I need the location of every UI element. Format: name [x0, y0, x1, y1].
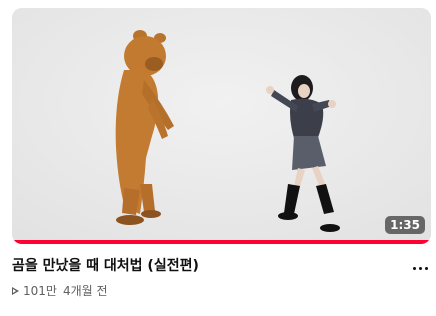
video-card[interactable]: 1:35 곰을 만났을 때 대처법 (실전편) 101만 4개월 전 [0, 0, 436, 316]
published-date: 4개월 전 [62, 284, 108, 298]
video-thumbnail[interactable]: 1:35 [12, 8, 431, 244]
more-options-button[interactable] [408, 258, 432, 278]
play-triangle-icon [12, 287, 19, 295]
more-vertical-dots-icon [412, 266, 416, 270]
video-title[interactable]: 곰을 만났을 때 대처법 (실전편) [12, 257, 397, 275]
view-count: 101만 [23, 284, 57, 298]
thumbnail-image [12, 8, 431, 244]
watch-progress-bar [12, 240, 431, 244]
watch-progress-fill [12, 240, 431, 244]
video-metadata: 101만 4개월 전 [12, 283, 108, 299]
duration-badge: 1:35 [385, 216, 425, 234]
